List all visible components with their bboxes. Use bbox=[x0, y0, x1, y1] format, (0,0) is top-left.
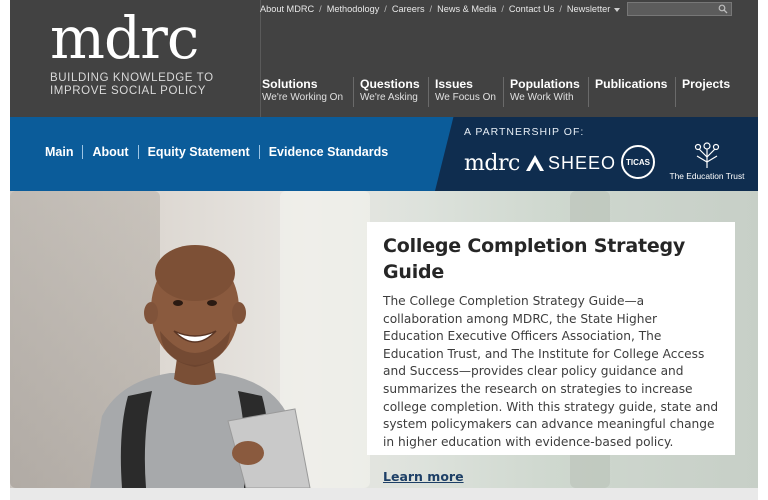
newsletter-label: Newsletter bbox=[566, 4, 611, 14]
util-link-newsletter[interactable]: Newsletter bbox=[566, 4, 621, 14]
subnav-divider bbox=[258, 145, 260, 159]
tagline-line-2: IMPROVE SOCIAL POLICY bbox=[50, 84, 206, 97]
nav-item-projects[interactable]: Projects bbox=[675, 77, 735, 107]
partner-logo-education-trust[interactable]: The Education Trust bbox=[667, 141, 747, 185]
nav-item-publications[interactable]: Publications bbox=[588, 77, 675, 107]
chevron-down-icon bbox=[614, 7, 621, 12]
util-link-methodology[interactable]: Methodology bbox=[327, 4, 380, 14]
education-trust-wordmark: The Education Trust bbox=[669, 171, 745, 181]
subnav-main[interactable]: Main bbox=[45, 145, 73, 159]
ticas-wordmark: TICAS bbox=[626, 158, 650, 167]
partnership-label: A PARTNERSHIP OF: bbox=[464, 126, 585, 138]
search-box bbox=[627, 2, 732, 16]
subnav-divider bbox=[82, 145, 84, 159]
util-separator: / bbox=[559, 4, 562, 14]
nav-item-solutions[interactable]: Solutions We're Working On bbox=[260, 77, 353, 107]
sheeo-wordmark: SHEEO bbox=[548, 153, 617, 173]
sheeo-mark-icon bbox=[526, 155, 544, 171]
search-icon[interactable] bbox=[718, 4, 728, 14]
nav-title: Issues bbox=[435, 77, 473, 91]
subnav-divider bbox=[137, 145, 139, 159]
main-nav: Solutions We're Working On Questions We'… bbox=[260, 77, 735, 107]
nav-subtitle: We Focus On bbox=[435, 92, 496, 103]
util-separator: / bbox=[429, 4, 433, 14]
hero-banner: College Completion Strategy Guide The Co… bbox=[10, 191, 758, 488]
partner-logo-mdrc[interactable]: mdrc bbox=[464, 151, 520, 176]
util-link-news-media[interactable]: News & Media bbox=[437, 4, 496, 14]
nav-item-populations[interactable]: Populations We Work With bbox=[503, 77, 588, 107]
util-separator: / bbox=[319, 4, 322, 14]
nav-item-questions[interactable]: Questions We're Asking bbox=[353, 77, 428, 107]
subnav-equity-statement[interactable]: Equity Statement bbox=[148, 145, 250, 159]
nav-title: Questions bbox=[360, 77, 420, 91]
nav-item-issues[interactable]: Issues We Focus On bbox=[428, 77, 503, 107]
feature-description: The College Completion Strategy Guide—a … bbox=[383, 294, 719, 449]
utility-nav: About MDRC / Methodology / Careers / New… bbox=[260, 2, 621, 16]
nav-subtitle: We're Working On bbox=[262, 92, 344, 103]
logo-tagline: BUILDING KNOWLEDGE TO IMPROVE SOCIAL POL… bbox=[50, 72, 250, 97]
partner-logo-sheeo[interactable]: SHEEO bbox=[524, 153, 617, 175]
nav-subtitle: We're Asking bbox=[360, 92, 418, 103]
nav-title: Populations bbox=[510, 77, 580, 91]
feature-card: College Completion Strategy Guide The Co… bbox=[367, 222, 735, 484]
nav-title: Projects bbox=[682, 77, 731, 91]
section-nav-band: Main About Equity Statement Evidence Sta… bbox=[10, 117, 758, 191]
page-frame: mdrc BUILDING KNOWLEDGE TO IMPROVE SOCIA… bbox=[10, 0, 758, 500]
logo-wordmark: mdrc bbox=[50, 4, 199, 72]
learn-more-link[interactable]: Learn more bbox=[383, 469, 464, 484]
util-link-contact-us[interactable]: Contact Us bbox=[509, 4, 554, 14]
util-link-careers[interactable]: Careers bbox=[392, 4, 425, 14]
subnav-about[interactable]: About bbox=[92, 145, 128, 159]
student-photo bbox=[90, 245, 311, 488]
nav-title: Solutions bbox=[262, 77, 318, 91]
nav-subtitle: We Work With bbox=[510, 92, 574, 103]
nav-title: Publications bbox=[595, 77, 668, 91]
sub-nav: Main About Equity Statement Evidence Sta… bbox=[45, 145, 388, 159]
util-separator: / bbox=[501, 4, 504, 14]
subnav-evidence-standards[interactable]: Evidence Standards bbox=[269, 145, 389, 159]
util-separator: / bbox=[384, 4, 387, 14]
feature-title: College Completion Strategy Guide bbox=[383, 235, 686, 283]
tagline-line-1: BUILDING KNOWLEDGE TO bbox=[50, 72, 214, 84]
mdrc-logo[interactable]: mdrc BUILDING KNOWLEDGE TO IMPROVE SOCIA… bbox=[10, 0, 261, 117]
education-trust-tree-icon bbox=[694, 142, 720, 168]
site-header: mdrc BUILDING KNOWLEDGE TO IMPROVE SOCIA… bbox=[10, 0, 758, 117]
partner-logo-ticas[interactable]: TICAS bbox=[621, 145, 655, 179]
util-link-about-mdrc[interactable]: About MDRC bbox=[260, 4, 314, 14]
search-input[interactable] bbox=[628, 3, 724, 15]
footer-strip bbox=[10, 488, 758, 500]
